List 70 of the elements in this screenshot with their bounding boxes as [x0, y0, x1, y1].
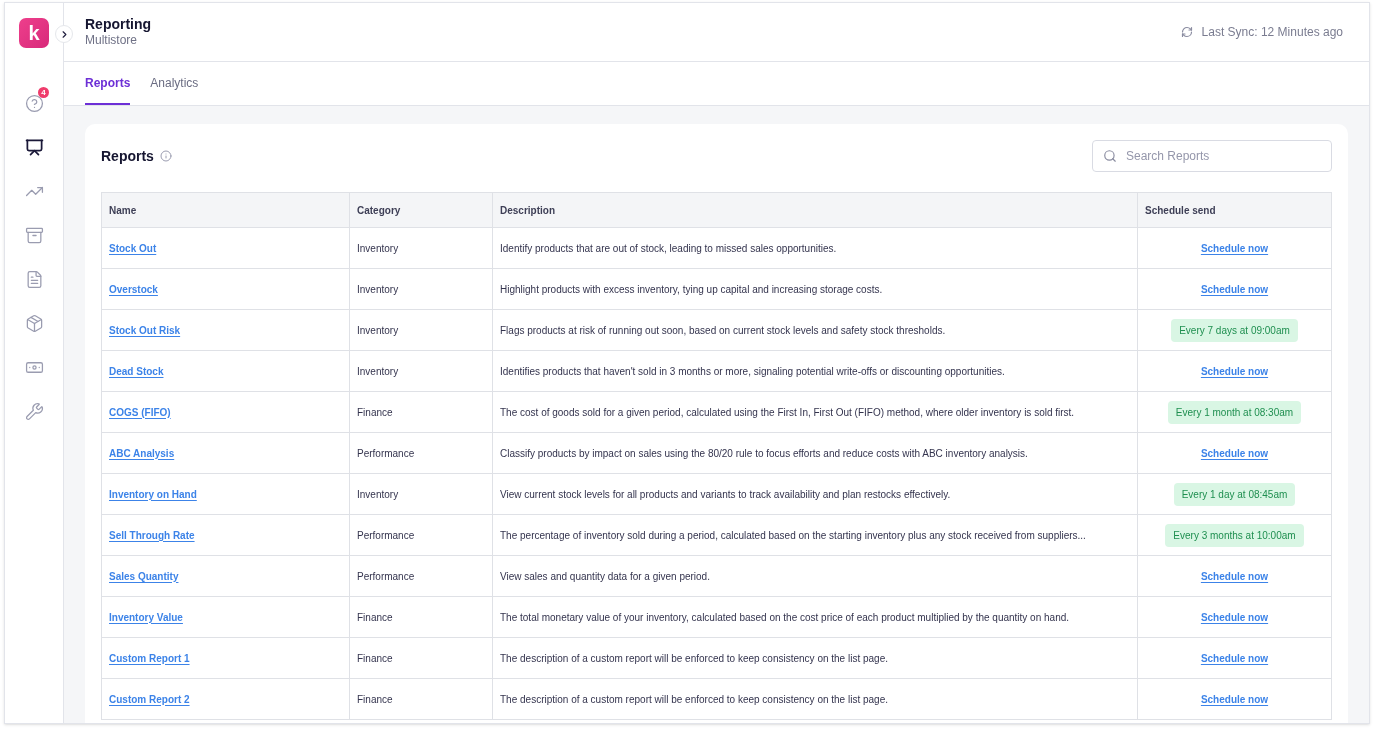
table-cell: View current stock levels for all products and variants to track availability and plan restocks effectively. — [492, 473, 1138, 515]
report-link[interactable]: Inventory Value — [109, 611, 183, 623]
table-cell: The cost of goods sold for a given period, calculated using the First In, First Out (FIFO) method, where older inventory is sold first. — [492, 391, 1138, 433]
report-link[interactable]: Dead Stock — [109, 365, 164, 377]
last-sync-text: Last Sync: 12 Minutes ago — [1201, 24, 1343, 41]
table-cell: Inventory — [349, 473, 493, 515]
schedule-now-link[interactable]: Schedule now — [1200, 570, 1269, 582]
help-icon — [24, 93, 44, 113]
schedule-now-link[interactable]: Schedule now — [1200, 652, 1269, 664]
schedule-now-link[interactable]: Schedule now — [1200, 283, 1269, 295]
table-cell: Classify products by impact on sales using the 80/20 rule to focus efforts and reduce costs with ABC inventory analysis. — [492, 432, 1138, 474]
schedule-now-link[interactable]: Schedule now — [1200, 242, 1269, 254]
app-logo[interactable]: k — [19, 18, 49, 48]
schedule-badge[interactable]: Every 1 month at 08:30am — [1167, 400, 1302, 424]
page-subtitle: Multistore — [85, 33, 138, 48]
table-cell: Inventory — [349, 350, 493, 392]
table-cell: The description of a custom report will be enforced to keep consistency on the list page. — [492, 637, 1138, 679]
table-cell: Flags products at risk of running out soon, based on current stock levels and safety stock thresholds. — [492, 309, 1138, 351]
archive-icon — [24, 225, 44, 245]
report-link[interactable]: Custom Report 2 — [109, 693, 190, 705]
tab[interactable]: Analytics — [150, 62, 199, 105]
column-header: Description — [492, 192, 1138, 228]
report-link[interactable]: Sales Quantity — [109, 570, 179, 582]
wrench-icon — [24, 401, 44, 421]
box-icon — [24, 313, 44, 333]
expand-sidebar-button[interactable] — [55, 25, 73, 43]
table-cell: Identify products that are out of stock, leading to missed sales opportunities. — [492, 227, 1138, 269]
table-cell: The description of a custom report will be enforced to keep consistency on the list page. — [492, 678, 1138, 720]
table-cell: Performance — [349, 514, 493, 556]
table-cell: Finance — [349, 678, 493, 720]
column-header: Category — [349, 192, 493, 228]
page-title: Reporting — [85, 16, 152, 33]
info-icon[interactable] — [159, 150, 172, 162]
schedule-badge[interactable]: Every 1 day at 08:45am — [1173, 482, 1296, 506]
report-link[interactable]: Stock Out — [109, 242, 157, 254]
schedule-badge[interactable]: Every 3 months at 10:00am — [1165, 523, 1304, 547]
schedule-badge[interactable]: Every 7 days at 09:00am — [1171, 318, 1298, 342]
report-link[interactable]: Sell Through Rate — [109, 529, 195, 541]
schedule-now-link[interactable]: Schedule now — [1200, 693, 1269, 705]
report-link[interactable]: ABC Analysis — [109, 447, 175, 459]
table-cell: The percentage of inventory sold during a period, calculated based on the starting inventory plus any stock received from suppliers... — [492, 514, 1138, 556]
schedule-now-link[interactable]: Schedule now — [1200, 447, 1269, 459]
table-cell: Performance — [349, 432, 493, 474]
table-cell: Performance — [349, 555, 493, 597]
table-cell: Finance — [349, 391, 493, 433]
report-link[interactable]: Custom Report 1 — [109, 652, 190, 664]
search-icon — [1103, 149, 1117, 163]
table-cell: Inventory — [349, 309, 493, 351]
table-cell: Finance — [349, 637, 493, 679]
table-cell: Highlight products with excess inventory, tying up capital and increasing storage costs. — [492, 268, 1138, 310]
report-link[interactable]: Stock Out Risk — [109, 324, 181, 336]
column-header: Name — [101, 192, 350, 228]
column-header: Schedule send — [1137, 192, 1332, 228]
schedule-now-link[interactable]: Schedule now — [1200, 365, 1269, 377]
report-link[interactable]: COGS (FIFO) — [109, 406, 171, 418]
report-link[interactable]: Inventory on Hand — [109, 488, 197, 500]
sidebar-nav-item[interactable]: 4 — [18, 87, 50, 119]
table-cell: View sales and quantity data for a given period. — [492, 555, 1138, 597]
table-cell: The total monetary value of your inventory, calculated based on the cost price of each product multiplied by the quantity on hand. — [492, 596, 1138, 638]
table-cell: Identifies products that haven't sold in 3 months or more, signaling potential write-offs or discounting opportunities. — [492, 350, 1138, 392]
card-title: Reports — [101, 146, 154, 166]
table-cell: Finance — [349, 596, 493, 638]
search-field[interactable]: Search Reports — [1092, 140, 1332, 172]
presentation-board-icon — [24, 137, 44, 157]
schedule-now-link[interactable]: Schedule now — [1200, 611, 1269, 623]
table-cell: Inventory — [349, 227, 493, 269]
sync-icon — [1180, 26, 1193, 38]
table-cell: Inventory — [349, 268, 493, 310]
notification-badge: 4 — [38, 87, 49, 98]
report-link[interactable]: Overstock — [109, 283, 158, 295]
